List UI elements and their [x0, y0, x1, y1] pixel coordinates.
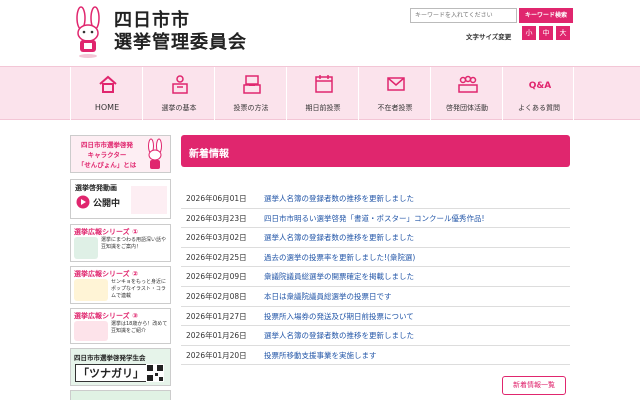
- news-date: 2026年01月26日: [186, 331, 247, 341]
- news-date: 2026年01月20日: [186, 350, 247, 360]
- font-size-medium-button[interactable]: 中: [539, 26, 553, 40]
- nav-label: HOME: [94, 103, 120, 112]
- news-list: 2026年06月01日 選挙人名簿の登録者数の推移を更新しました 2026年03…: [181, 189, 570, 366]
- series-3-thumbnail: [74, 321, 108, 341]
- nav-label: 啓発団体活動: [446, 104, 488, 112]
- news-link[interactable]: 本日は衆議院議員総選挙の投票日です: [264, 291, 392, 302]
- play-icon: [76, 195, 90, 209]
- font-size-large-button[interactable]: 大: [556, 26, 570, 40]
- sidebar-series-2[interactable]: 選挙広報シリーズ ② センキョをもっと身近にポップなイラスト・コラムで連載: [70, 266, 171, 304]
- news-link[interactable]: 選挙人名簿の登録者数の推移を更新しました: [264, 330, 414, 341]
- series-title: 選挙広報シリーズ ③: [74, 312, 139, 320]
- nav-home[interactable]: HOME: [70, 67, 142, 121]
- news-item: 2026年02月25日 過去の選挙の投票率を更新しました!(衆院選): [181, 248, 570, 268]
- sidebar-banner-video[interactable]: 選挙啓発動画 公開中: [70, 179, 171, 219]
- banner-text: 四日市市選挙啓発: [81, 141, 133, 149]
- sidebar-series-1[interactable]: 選挙広報シリーズ ① 選挙にまつわる用語深い話や豆知識をご案内！: [70, 224, 171, 262]
- news-item: 2026年03月23日 四日市市明るい選挙啓発「書道・ポスター」コンクール優秀作…: [181, 209, 570, 229]
- series-description: センキョをもっと身近にポップなイラスト・コラムで連載: [111, 279, 167, 299]
- font-size-small-button[interactable]: 小: [522, 26, 536, 40]
- site-title[interactable]: 四日市市 選挙管理委員会: [114, 10, 247, 54]
- news-heading: 新着情報: [189, 149, 229, 160]
- ballot-box-icon: [172, 75, 188, 94]
- news-link[interactable]: 投票所移動支援事業を実施します: [264, 350, 377, 361]
- sidebar-series-3[interactable]: 選挙広報シリーズ ③ 選挙は18歳から！改めて豆知識をご紹介: [70, 308, 171, 344]
- site-title-line2: 選挙管理委員会: [114, 32, 247, 53]
- news-date: 2026年03月02日: [186, 233, 247, 243]
- senpyon-mascot-logo[interactable]: [68, 6, 108, 60]
- video-banner-title: 選挙啓発動画: [75, 184, 117, 192]
- news-item: 2026年01月20日 投票所移動支援事業を実施します: [181, 346, 570, 366]
- qa-icon: Q&A: [529, 81, 551, 91]
- news-item: 2026年01月26日 選挙人名簿の登録者数の推移を更新しました: [181, 326, 570, 346]
- envelope-icon: [387, 77, 405, 91]
- nav-label: よくある質問: [518, 104, 560, 112]
- news-item: 2026年02月08日 本日は衆議院議員総選挙の投票日です: [181, 287, 570, 307]
- senpyon-mascot-icon: [148, 138, 162, 169]
- news-link[interactable]: 衆議院議員総選挙の開票確定を掲載しました: [264, 271, 414, 282]
- news-link[interactable]: 四日市市明るい選挙啓発「書道・ポスター」コンクール優秀作品!: [264, 213, 485, 224]
- news-item: 2026年06月01日 選挙人名簿の登録者数の推移を更新しました: [181, 189, 570, 209]
- sidebar-next-banner[interactable]: [70, 390, 171, 400]
- news-section-header: 新着情報: [181, 135, 570, 167]
- main-nav: HOME 選挙の基本 投票の方法 期日前投票 不在者投票 啓発団体活動 Q&A …: [0, 66, 640, 121]
- series-description: 選挙は18歳から！改めて豆知識をご紹介: [111, 321, 168, 334]
- nav-label: 不在者投票: [377, 104, 413, 112]
- news-date: 2026年02月25日: [186, 252, 247, 262]
- nav-awareness-groups[interactable]: 啓発団体活動: [430, 67, 502, 121]
- search-button[interactable]: キーワード検索: [519, 8, 573, 23]
- calendar-icon: [315, 75, 333, 93]
- font-size-label: 文字サイズ変更: [466, 33, 512, 41]
- news-item: 2026年01月27日 投票所入場券の発送及び期日前投票について: [181, 307, 570, 327]
- news-date: 2026年01月27日: [186, 311, 247, 321]
- series-title: 選挙広報シリーズ ①: [74, 228, 139, 236]
- sidebar-banner-senpyon[interactable]: 四日市市選挙啓発 キャラクター 「せんぴょん」とは: [70, 135, 171, 173]
- group-icon: [458, 75, 478, 93]
- svg-text:Q&A: Q&A: [529, 81, 551, 91]
- voting-icon: [243, 75, 261, 94]
- site-title-line1: 四日市市: [114, 10, 190, 31]
- nav-election-basics[interactable]: 選挙の基本: [142, 67, 214, 121]
- search-input[interactable]: [410, 8, 517, 23]
- video-status: 公開中: [93, 199, 121, 209]
- series-description: 選挙にまつわる用語深い話や豆知識をご案内！: [101, 237, 167, 250]
- news-item: 2026年03月02日 選挙人名簿の登録者数の推移を更新しました: [181, 228, 570, 248]
- nav-label: 選挙の基本: [161, 104, 197, 112]
- banner-text: 「せんぴょん」とは: [77, 161, 137, 169]
- news-date: 2026年03月23日: [186, 213, 247, 223]
- nav-faq[interactable]: Q&A よくある質問: [502, 67, 574, 121]
- student-group-name: 「ツナガリ」: [75, 364, 147, 382]
- news-date: 2026年02月09日: [186, 272, 247, 282]
- qr-code-icon: [146, 364, 164, 382]
- banner-text: キャラクター: [87, 151, 127, 159]
- nav-early-voting[interactable]: 期日前投票: [286, 67, 358, 121]
- video-thumbnail: [131, 186, 167, 214]
- news-link[interactable]: 投票所入場券の発送及び期日前投票について: [264, 311, 414, 322]
- sidebar-student-group[interactable]: 四日市市選挙啓発学生会 「ツナガリ」: [70, 348, 171, 386]
- student-group-title: 四日市市選挙啓発学生会: [74, 354, 146, 362]
- news-item: 2026年02月09日 衆議院議員総選挙の開票確定を掲載しました: [181, 267, 570, 287]
- nav-label: 期日前投票: [305, 104, 341, 112]
- nav-absentee-voting[interactable]: 不在者投票: [358, 67, 430, 121]
- series-1-thumbnail: [74, 237, 98, 259]
- nav-voting-method[interactable]: 投票の方法: [214, 67, 286, 121]
- news-date: 2026年02月08日: [186, 291, 247, 301]
- series-2-thumbnail: [74, 279, 108, 301]
- news-link[interactable]: 選挙人名簿の登録者数の推移を更新しました: [264, 232, 414, 243]
- news-date: 2026年06月01日: [186, 194, 247, 203]
- nav-label: 投票の方法: [233, 104, 269, 112]
- news-link[interactable]: 選挙人名簿の登録者数の推移を更新しました: [264, 193, 414, 204]
- home-icon: [99, 75, 117, 93]
- site-header: 四日市市 選挙管理委員会 キーワード検索 文字サイズ変更 小 中 大: [0, 0, 640, 66]
- news-list-more-button[interactable]: 新着情報一覧: [502, 376, 566, 395]
- news-link[interactable]: 過去の選挙の投票率を更新しました!(衆院選): [264, 252, 415, 263]
- series-title: 選挙広報シリーズ ②: [74, 270, 139, 278]
